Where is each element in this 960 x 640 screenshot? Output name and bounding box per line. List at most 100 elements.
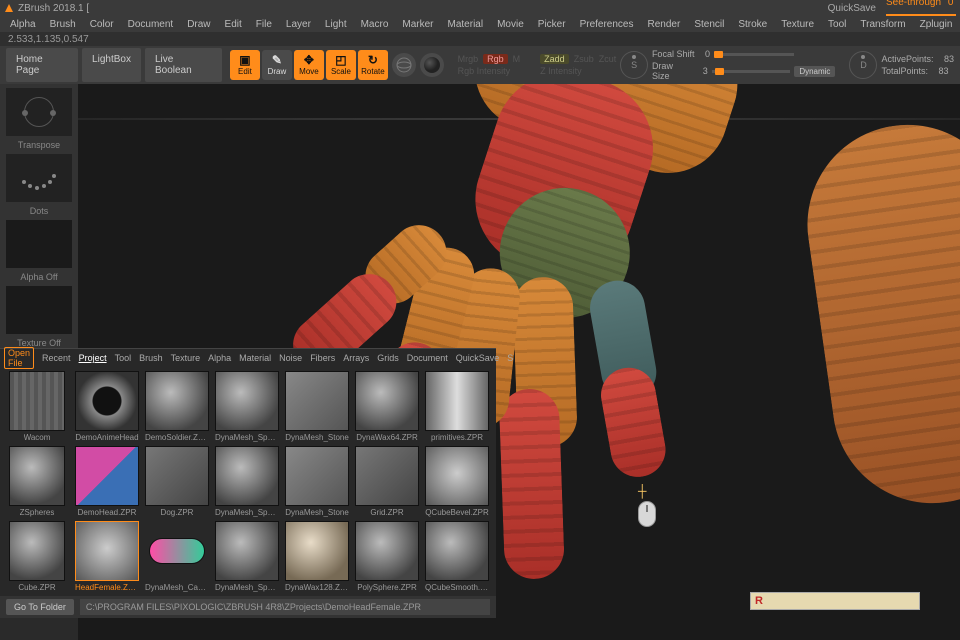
menu-picker[interactable]: Picker (538, 19, 566, 30)
menu-file[interactable]: File (256, 19, 272, 30)
focal-shift-slider[interactable] (714, 53, 794, 56)
menu-edit[interactable]: Edit (225, 19, 242, 30)
scale-icon: ◰ (335, 54, 346, 66)
lb-tab-texture[interactable]: Texture (171, 353, 201, 363)
tool-rotate[interactable]: ↻Rotate (358, 50, 388, 80)
dynamic-toggle[interactable]: Dynamic (794, 66, 835, 77)
thumb-zspheres[interactable]: ZSpheres (4, 446, 70, 517)
lb-tab-quicksave[interactable]: QuickSave (456, 353, 500, 363)
points-dial-icon[interactable]: D (849, 51, 877, 79)
tab-lightbox[interactable]: LightBox (82, 48, 141, 82)
thumb-caption: primitives.ZPR (431, 433, 483, 442)
go-to-folder-button[interactable]: Go To Folder (6, 599, 74, 615)
zsub-label[interactable]: Zsub (574, 54, 594, 64)
lb-tab-tool[interactable]: Tool (115, 353, 132, 363)
total-points-value: 83 (938, 66, 948, 76)
menu-light[interactable]: Light (325, 19, 347, 30)
focal-shift-value: 0 (705, 49, 710, 59)
lb-tab-noise[interactable]: Noise (279, 353, 302, 363)
lb-tab-fibers[interactable]: Fibers (310, 353, 335, 363)
thumb-dynawax128-zpr[interactable]: DynaWax128.ZPR (284, 521, 350, 592)
open-file-button[interactable]: Open File (4, 347, 34, 369)
zcut-label[interactable]: Zcut (599, 54, 617, 64)
lb-tab-arrays[interactable]: Arrays (343, 353, 369, 363)
menu-document[interactable]: Document (128, 19, 174, 30)
thumb-demosoldier-zpr[interactable]: DemoSoldier.ZPR (144, 371, 210, 442)
lb-tab-s[interactable]: S (507, 353, 513, 363)
menu-layer[interactable]: Layer (286, 19, 311, 30)
m-label[interactable]: M (513, 54, 521, 64)
thumb-grid-zpr[interactable]: Grid.ZPR (354, 446, 420, 517)
total-points-label: TotalPoints: (881, 66, 928, 76)
lb-tab-document[interactable]: Document (407, 353, 448, 363)
focal-dial-icon[interactable]: S (620, 51, 648, 79)
menu-alpha[interactable]: Alpha (10, 19, 36, 30)
menu-brush[interactable]: Brush (50, 19, 76, 30)
thumb-primitives-zpr[interactable]: primitives.ZPR (424, 371, 490, 442)
thumb-dynamesh-sphere[interactable]: DynaMesh_Sphere (214, 521, 280, 592)
edit-icon: ▣ (239, 54, 250, 66)
thumb-cube-zpr[interactable]: Cube.ZPR (4, 521, 70, 592)
menu-texture[interactable]: Texture (781, 19, 814, 30)
thumb-caption: DynaMesh_Stone (285, 433, 349, 442)
dots-button[interactable] (6, 154, 72, 202)
thumb-caption: DynaMesh_Sphere (215, 508, 279, 517)
menu-draw[interactable]: Draw (187, 19, 210, 30)
menu-stroke[interactable]: Stroke (738, 19, 767, 30)
coordinates-readout: 2.533,1.135,0.547 (0, 32, 960, 46)
lb-tab-grids[interactable]: Grids (377, 353, 399, 363)
active-points-label: ActivePoints: (881, 54, 933, 64)
menu-color[interactable]: Color (90, 19, 114, 30)
rgb-intensity-label[interactable]: Rgb Intensity (458, 66, 521, 76)
menu-marker[interactable]: Marker (402, 19, 433, 30)
sphere-icon[interactable] (420, 53, 444, 77)
thumb-dog-zpr[interactable]: Dog.ZPR (144, 446, 210, 517)
menu-stencil[interactable]: Stencil (694, 19, 724, 30)
menu-movie[interactable]: Movie (497, 19, 524, 30)
tab-live-boolean[interactable]: Live Boolean (145, 48, 222, 82)
tool-edit[interactable]: ▣Edit (230, 50, 260, 80)
menu-material[interactable]: Material (448, 19, 484, 30)
lb-tab-material[interactable]: Material (239, 353, 271, 363)
menu-tool[interactable]: Tool (828, 19, 846, 30)
lb-tab-alpha[interactable]: Alpha (208, 353, 231, 363)
thumb-dynamesh-stone[interactable]: DynaMesh_Stone (284, 371, 350, 442)
path-field[interactable]: C:\PROGRAM FILES\PIXOLOGIC\ZBRUSH 4R8\ZP… (80, 599, 490, 615)
thumb-dynawax64-zpr[interactable]: DynaWax64.ZPR (354, 371, 420, 442)
lb-tab-brush[interactable]: Brush (139, 353, 163, 363)
thumb-wacom[interactable]: Wacom (4, 371, 70, 442)
thumb-demoanimehead[interactable]: DemoAnimeHead (74, 371, 140, 442)
mrgb-label[interactable]: Mrgb (458, 54, 479, 64)
tool-scale[interactable]: ◰Scale (326, 50, 356, 80)
thumb-headfemale-zpr[interactable]: HeadFemale.ZPR (74, 521, 140, 592)
transpose-button[interactable] (6, 88, 72, 136)
thumb-demohead-zpr[interactable]: DemoHead.ZPR (74, 446, 140, 517)
menu-render[interactable]: Render (648, 19, 681, 30)
rgb-toggle[interactable]: Rgb (483, 54, 508, 64)
quicksave-label[interactable]: QuickSave (828, 3, 876, 14)
z-intensity-label[interactable]: Z Intensity (540, 66, 616, 76)
gyro-icon[interactable] (392, 53, 416, 77)
thumb-qcubesmooth-zpr[interactable]: QCubeSmooth.ZPR (424, 521, 490, 592)
thumb-polysphere-zpr[interactable]: PolySphere.ZPR (354, 521, 420, 592)
tool-draw[interactable]: ✎Draw (262, 50, 292, 80)
menu-zplugin[interactable]: Zplugin (920, 19, 953, 30)
lb-tab-project[interactable]: Project (79, 353, 107, 363)
thumb-dynamesh-stone[interactable]: DynaMesh_Stone (284, 446, 350, 517)
focal-shift-label: Focal Shift (652, 49, 695, 59)
thumb-dynamesh-sphere[interactable]: DynaMesh_Sphere (214, 446, 280, 517)
see-through-control[interactable]: See-through 0 (886, 0, 956, 19)
thumb-dynamesh-capsule[interactable]: DynaMesh_Capsule (144, 521, 210, 592)
menu-macro[interactable]: Macro (361, 19, 389, 30)
thumb-qcubebevel-zpr[interactable]: QCubeBevel.ZPR (424, 446, 490, 517)
alpha-slot[interactable] (6, 220, 72, 268)
thumb-dynamesh-sphere[interactable]: DynaMesh_Sphere (214, 371, 280, 442)
texture-slot[interactable] (6, 286, 72, 334)
menu-preferences[interactable]: Preferences (580, 19, 634, 30)
zadd-toggle[interactable]: Zadd (540, 54, 569, 64)
tool-move[interactable]: ✥Move (294, 50, 324, 80)
lb-tab-recent[interactable]: Recent (42, 353, 71, 363)
tab-home-page[interactable]: Home Page (6, 48, 78, 82)
menu-transform[interactable]: Transform (860, 19, 905, 30)
draw-size-slider[interactable] (712, 70, 791, 73)
